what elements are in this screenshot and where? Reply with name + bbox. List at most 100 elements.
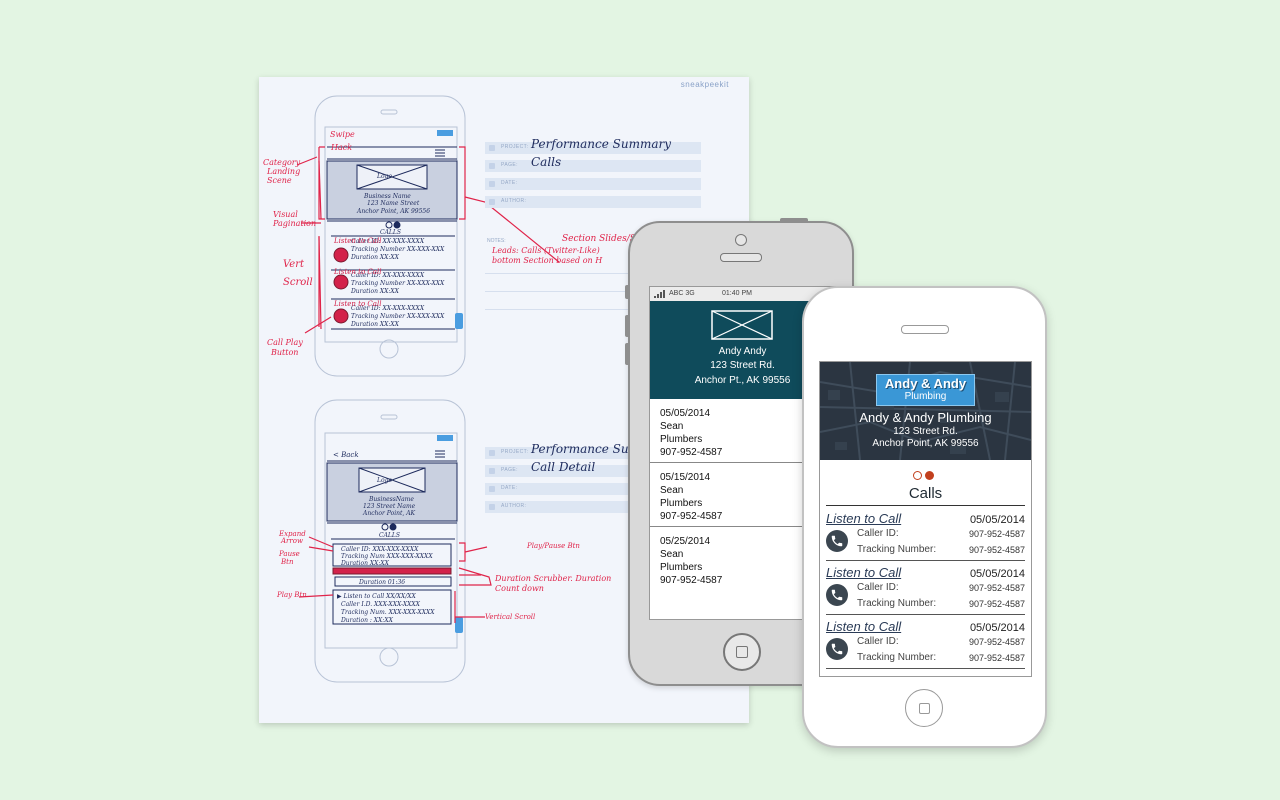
sheet1-author-row: AUTHOR:: [485, 196, 701, 208]
caller-phone: 907-952-4587: [660, 447, 723, 458]
call-date: 05/05/2014: [660, 408, 711, 419]
logo-placeholder-icon: [711, 310, 773, 340]
svg-text:Tracking Number XX-XXX-XXX: Tracking Number XX-XXX-XXX: [351, 280, 445, 287]
business-header: Andy & Andy Plumbing Andy & Andy Plumbin…: [820, 362, 1031, 460]
tracking-number-label: Tracking Number:: [857, 598, 937, 609]
svg-text:Logo: Logo: [376, 477, 392, 484]
phone-play-icon[interactable]: [826, 638, 848, 660]
field-label: PAGE:: [501, 467, 518, 473]
note-line: [485, 273, 635, 274]
field-bullet: [489, 486, 495, 492]
svg-text:Vertical Scroll: Vertical Scroll: [485, 613, 535, 621]
field-label: DATE:: [501, 485, 518, 491]
phone-mockup-white: Andy & Andy Plumbing Andy & Andy Plumbin…: [802, 286, 1047, 748]
field-label: PROJECT:: [501, 449, 529, 455]
signal-icon: [654, 290, 665, 298]
divider: [826, 505, 1025, 506]
home-button[interactable]: [723, 633, 761, 671]
svg-text:Hack: Hack: [330, 143, 352, 152]
page-indicator: [913, 471, 943, 483]
svg-text:Tracking Num. XXX-XXX-XXXX: Tracking Num. XXX-XXX-XXXX: [341, 609, 435, 616]
svg-text:Tracking Num XXX-XXX-XXXX: Tracking Num XXX-XXX-XXXX: [341, 553, 433, 560]
sheet2-date-row: DATE:: [485, 483, 635, 495]
field-bullet: [489, 199, 495, 205]
svg-text:CALLS: CALLS: [379, 532, 400, 539]
svg-text:Anchor Point, AK: Anchor Point, AK: [362, 510, 416, 517]
field-label: PAGE:: [501, 162, 518, 168]
svg-text:Duration XX:XX: Duration XX:XX: [350, 254, 400, 261]
svg-text:Anchor Point, AK 99556: Anchor Point, AK 99556: [356, 208, 430, 215]
svg-text:Play/Pause Btn: Play/Pause Btn: [526, 542, 580, 550]
svg-text:Visual: Visual: [273, 210, 298, 219]
svg-text:Pause: Pause: [278, 550, 300, 558]
caller-id-label: Caller ID:: [857, 528, 899, 539]
caller-id-value: 907-952-4587: [968, 637, 1025, 647]
volume-up-button: [625, 315, 629, 337]
phone-play-icon[interactable]: [826, 584, 848, 606]
svg-text:Listen to Call: Listen to Call: [333, 268, 381, 276]
status-bar: ABC 3G 01:40 PM: [650, 287, 835, 301]
phone-play-icon[interactable]: [826, 530, 848, 552]
svg-text:Caller ID: XXX-XXX-XXXX: Caller ID: XXX-XXX-XXXX: [341, 546, 419, 553]
listen-link[interactable]: Listen to Call: [826, 511, 901, 526]
svg-text:123 Name Street: 123 Name Street: [367, 200, 420, 207]
svg-text:Leads: Calls (Twitter-Like): Leads: Calls (Twitter-Like): [491, 246, 600, 255]
call-date: 05/05/2014: [969, 514, 1025, 526]
caller-id-label: Caller ID:: [857, 582, 899, 593]
field-bullet: [489, 163, 495, 169]
svg-text:Business Name: Business Name: [363, 193, 411, 200]
caller-name: Sean: [660, 549, 684, 560]
svg-text:CALLS: CALLS: [380, 229, 401, 236]
svg-text:123 Street Name: 123 Street Name: [363, 503, 416, 510]
svg-text:Call Play: Call Play: [267, 338, 303, 347]
carrier-label: ABC 3G: [669, 290, 695, 297]
page-dot[interactable]: [913, 471, 922, 480]
tracking-number-label: Tracking Number:: [857, 544, 937, 555]
listen-link[interactable]: Listen to Call: [826, 619, 901, 634]
listen-link[interactable]: Listen to Call: [826, 565, 901, 580]
svg-text:Scene: Scene: [267, 176, 292, 185]
caller-id-value: 907-952-4587: [968, 583, 1025, 593]
wire2-back: < Back: [333, 451, 359, 459]
svg-text:bottom Section based on H: bottom Section based on H: [492, 256, 603, 265]
page-value: Call Detail: [531, 460, 596, 474]
svg-text:Tracking Number XX-XXX-XXX: Tracking Number XX-XXX-XXX: [351, 246, 445, 253]
svg-text:Vert: Vert: [283, 259, 305, 270]
list-item: Listen to Call 05/05/2014 Caller ID: 907…: [826, 507, 1025, 561]
sheet1-date-row: DATE:: [485, 178, 701, 190]
svg-text:BusinessName: BusinessName: [368, 496, 414, 503]
logo-line2: Plumbing: [904, 391, 947, 402]
caller-category: Plumbers: [660, 562, 703, 573]
home-square-icon: [919, 703, 930, 714]
speaker-grille: [901, 325, 949, 334]
svg-text:Duration XX:XX: Duration XX:XX: [350, 288, 400, 295]
field-bullet: [489, 450, 495, 456]
field-bullet: [489, 145, 495, 151]
tracking-number-value: 907-952-4587: [968, 599, 1025, 609]
field-bullet: [489, 468, 495, 474]
tracking-number-value: 907-952-4587: [968, 545, 1025, 555]
svg-text:Pagination: Pagination: [272, 219, 316, 228]
caller-phone: 907-952-4587: [660, 511, 723, 522]
svg-text:▶ Listen to Call XX/XX/XX: ▶ Listen to Call XX/XX/XX: [337, 593, 416, 600]
sheet2-project-row: PROJECT: Performance Summary: [485, 442, 671, 459]
call-date: 05/25/2014: [660, 536, 711, 547]
svg-text:Count down: Count down: [495, 584, 544, 593]
note-line: [485, 309, 635, 310]
page-dot-active[interactable]: [925, 471, 934, 480]
caller-name: Sean: [660, 421, 684, 432]
business-name: Andy & Andy Plumbing: [859, 410, 992, 425]
svg-text:Arrow: Arrow: [280, 537, 303, 545]
field-bullet: [489, 181, 495, 187]
volume-down-button: [625, 343, 629, 365]
call-date: 05/15/2014: [660, 472, 711, 483]
sheet1-project-row: PROJECT: Performance Summary: [485, 137, 701, 154]
business-street: 123 Street Rd.: [893, 426, 958, 437]
section-title: Calls: [908, 485, 943, 502]
call-date: 05/05/2014: [969, 622, 1025, 634]
home-button[interactable]: [905, 689, 943, 727]
svg-text:Play Btn: Play Btn: [276, 591, 307, 599]
caller-id-value: 907-952-4587: [968, 529, 1025, 539]
svg-text:Caller I.D. XXX-XXX-XXXX: Caller I.D. XXX-XXX-XXXX: [341, 601, 421, 608]
business-city: Anchor Point, AK 99556: [872, 438, 979, 449]
